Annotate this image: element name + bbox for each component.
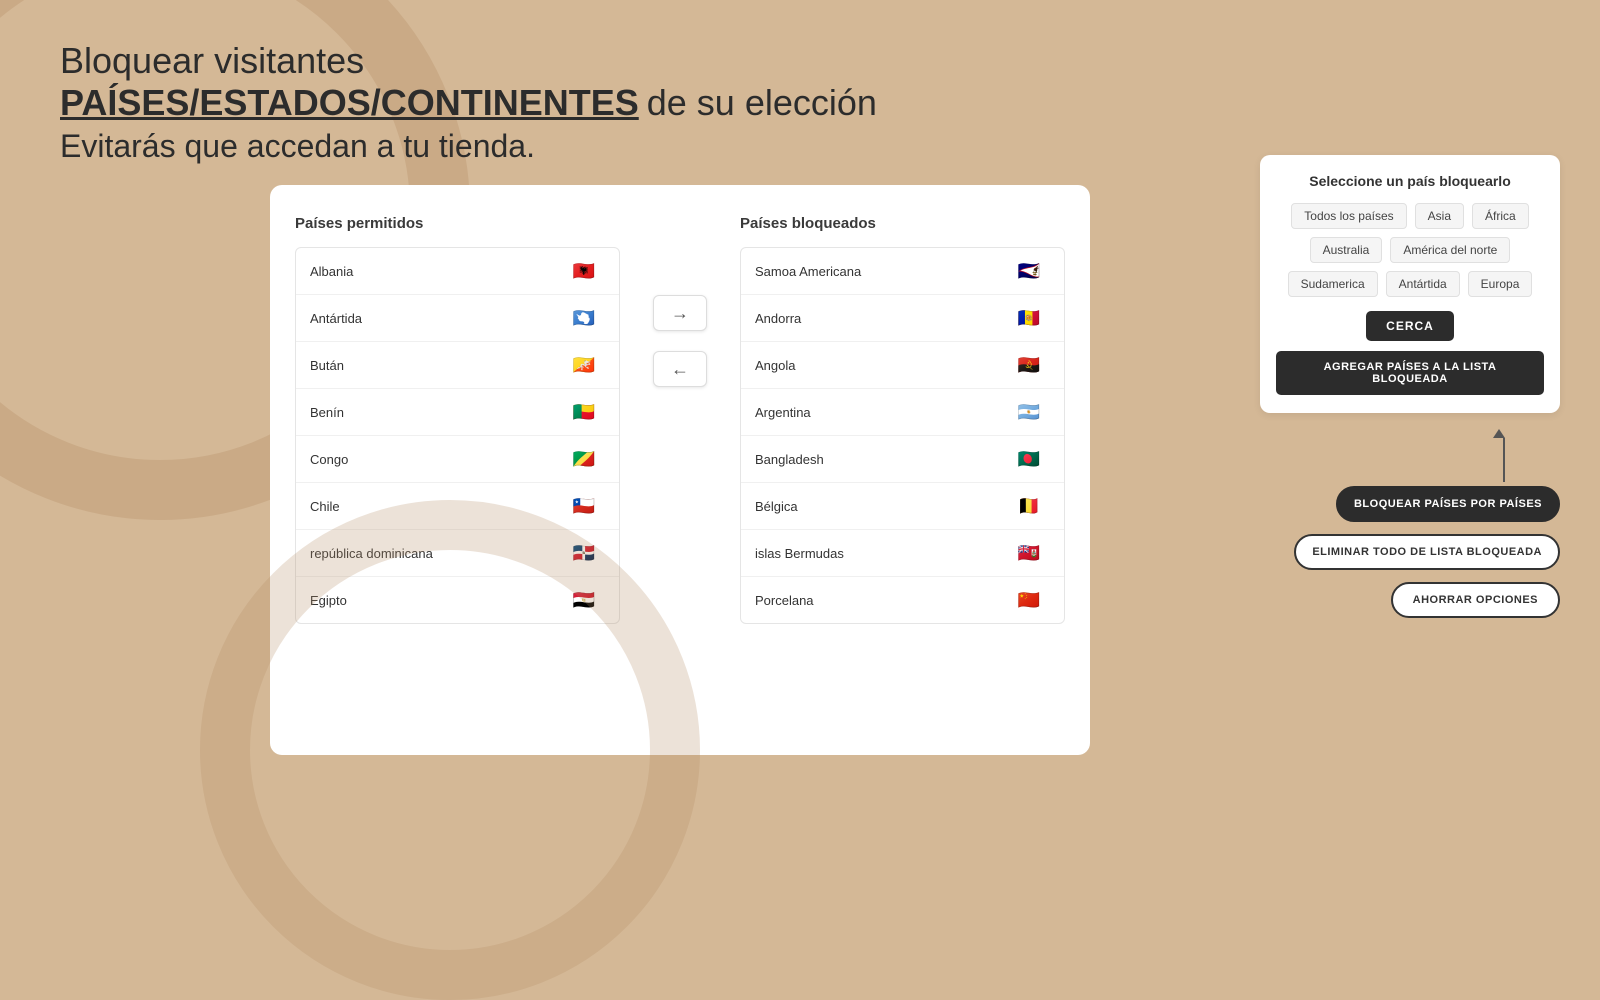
list-item[interactable]: Argentina 🇦🇷 [741,389,1064,436]
select-country-card: Seleccione un país bloquearlo Todos los … [1260,155,1560,413]
list-item[interactable]: Egipto 🇪🇬 [296,577,619,623]
search-button[interactable]: CERCA [1366,311,1454,341]
save-options-button[interactable]: AHORRAR OPCIONES [1391,582,1560,618]
flag-bermuda: 🇧🇲 [1008,540,1050,566]
transfer-buttons: → ← [640,215,720,387]
select-country-title: Seleccione un país bloquearlo [1276,173,1544,189]
list-item[interactable]: Angola 🇦🇴 [741,342,1064,389]
tag-australia[interactable]: Australia [1310,237,1383,263]
list-item[interactable]: Samoa Americana 🇦🇸 [741,248,1064,295]
blocked-countries-container: Países bloqueados Samoa Americana 🇦🇸 And… [740,215,1065,624]
blocked-list-title: Países bloqueados [740,215,1065,232]
header-line3: Evitarás que accedan a tu tienda. [60,128,877,165]
flag-bhutan: 🇧🇹 [563,352,605,378]
flag-porcelana: 🇨🇳 [1008,587,1050,613]
flag-chile: 🇨🇱 [563,493,605,519]
list-item[interactable]: Albania 🇦🇱 [296,248,619,295]
continent-tags: Todos los países Asia África Australia A… [1276,203,1544,297]
remove-all-button[interactable]: ELIMINAR TODO DE LISTA BLOQUEADA [1294,534,1560,570]
list-item[interactable]: Porcelana 🇨🇳 [741,577,1064,623]
move-left-button[interactable]: ← [653,351,707,387]
list-item[interactable]: islas Bermudas 🇧🇲 [741,530,1064,577]
arrow-head-up-icon [1493,429,1505,438]
tag-sudamerica[interactable]: Sudamerica [1288,271,1378,297]
list-item[interactable]: Bangladesh 🇧🇩 [741,436,1064,483]
move-right-button[interactable]: → [653,295,707,331]
header-line2: PAÍSES/ESTADOS/CONTINENTES [60,82,639,124]
flag-belgica: 🇧🇪 [1008,493,1050,519]
arrow-line [1503,438,1505,482]
tag-europa[interactable]: Europa [1468,271,1533,297]
list-item[interactable]: Congo 🇨🇬 [296,436,619,483]
flag-congo: 🇨🇬 [563,446,605,472]
page-header: Bloquear visitantes PAÍSES/ESTADOS/CONTI… [60,40,877,165]
header-line2-suffix: de su elección [647,82,877,124]
flag-benin: 🇧🇯 [563,399,605,425]
arrow-up-indicator [1260,429,1560,482]
list-item[interactable]: Antártida 🇦🇶 [296,295,619,342]
header-line1: Bloquear visitantes [60,40,877,82]
list-item[interactable]: Andorra 🇦🇩 [741,295,1064,342]
flag-angola: 🇦🇴 [1008,352,1050,378]
list-item[interactable]: Benín 🇧🇯 [296,389,619,436]
right-panel: Seleccione un país bloquearlo Todos los … [1260,155,1560,618]
flag-albania: 🇦🇱 [563,258,605,284]
flag-egypt: 🇪🇬 [563,587,605,613]
chile-label: Chile [310,499,340,514]
list-item[interactable]: Bélgica 🇧🇪 [741,483,1064,530]
add-blocked-button[interactable]: AGREGAR PAÍSES A LA LISTA BLOQUEADA [1276,351,1544,395]
blocked-countries-list[interactable]: Samoa Americana 🇦🇸 Andorra 🇦🇩 Angola 🇦🇴 … [740,247,1065,624]
main-panel: Países permitidos Albania 🇦🇱 Antártida 🇦… [270,185,1090,755]
flag-argentina: 🇦🇷 [1008,399,1050,425]
list-item[interactable]: república dominicana 🇩🇴 [296,530,619,577]
list-item[interactable]: Chile 🇨🇱 [296,483,619,530]
tag-america-norte[interactable]: América del norte [1390,237,1510,263]
flag-samoa: 🇦🇸 [1008,258,1050,284]
flag-andorra: 🇦🇩 [1008,305,1050,331]
tag-africa[interactable]: África [1472,203,1529,229]
flag-bangladesh: 🇧🇩 [1008,446,1050,472]
action-buttons: BLOQUEAR PAÍSES POR PAÍSES ELIMINAR TODO… [1260,486,1560,618]
tag-antartica[interactable]: Antártida [1386,271,1460,297]
flag-dominican: 🇩🇴 [563,540,605,566]
flag-antartica: 🇦🇶 [563,305,605,331]
tag-todos[interactable]: Todos los países [1291,203,1406,229]
block-by-country-button[interactable]: BLOQUEAR PAÍSES POR PAÍSES [1336,486,1560,522]
list-item[interactable]: Bután 🇧🇹 [296,342,619,389]
tag-asia[interactable]: Asia [1415,203,1464,229]
allowed-list-title: Países permitidos [295,215,620,232]
allowed-countries-list[interactable]: Albania 🇦🇱 Antártida 🇦🇶 Bután 🇧🇹 Benín 🇧… [295,247,620,624]
allowed-countries-container: Países permitidos Albania 🇦🇱 Antártida 🇦… [295,215,620,624]
